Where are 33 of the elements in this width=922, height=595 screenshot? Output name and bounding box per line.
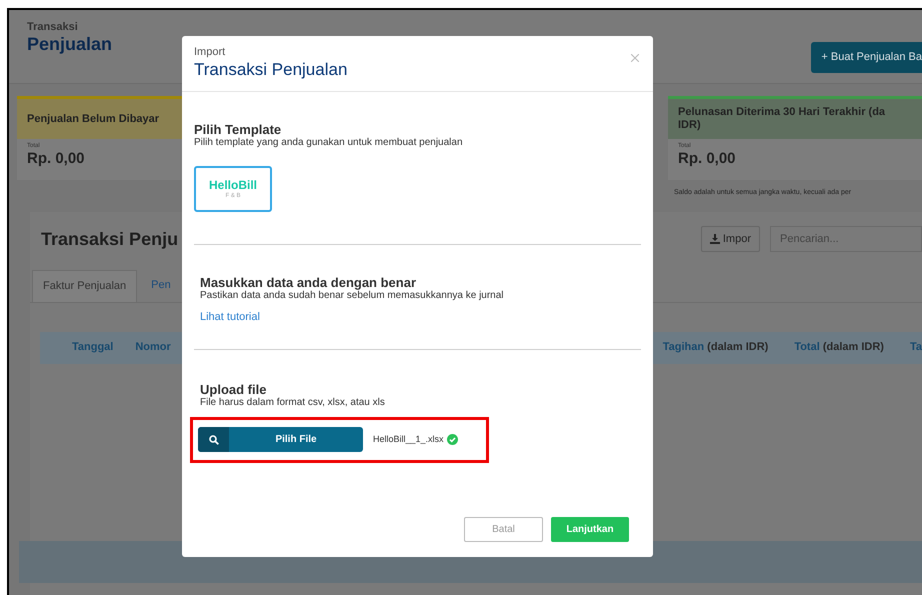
close-icon[interactable] [631,54,639,62]
dialog-title: Transaksi Penjualan [194,59,348,81]
download-icon [710,234,720,244]
import-button[interactable]: Impor [700,226,760,252]
column-header: Ta [910,340,922,356]
page-eyebrow: Transaksi [27,21,79,33]
choose-file-button[interactable]: Pilih File [198,427,363,452]
section-heading: Pilih Template [194,122,282,137]
section-heading: Upload file [200,382,268,396]
section-heading: Masukkan data anda dengan benar [200,275,418,290]
hellobill-logo: HelloBill [208,178,257,192]
amount: Rp. 0,00 [27,150,86,168]
cancel-button[interactable]: Batal [464,517,543,542]
column-header: Total (dalam IDR) [794,340,884,356]
column-header: Nomor [135,340,171,356]
amount: Rp. 0,00 [678,150,737,168]
card-title: Pelunasan Diterima 30 Hari Terakhir (da IDR) [678,106,886,132]
search-icon [208,434,218,444]
continue-button[interactable]: Lanjutkan [551,517,629,542]
section-hint: Pastikan data anda sudah benar sebelum memasukkannya ke jurnal [200,290,505,302]
new-sale-button[interactable]: + Buat Penjualan Ba [811,42,922,73]
section-hint: File harus dalam format csv, xlsx, atau xls [200,396,386,408]
column-header: Tanggal [72,340,114,356]
file-name: HelloBill__1_.xlsx [373,432,444,446]
section-hint: Pilih template yang anda gunakan untuk membuat penjualan [194,137,464,149]
column-header: Tagihan (dalam IDR) [662,340,768,356]
tab[interactable]: Faktur Penjualan [32,270,138,302]
card-title: Penjualan Belum Dibayar [27,112,160,126]
tab[interactable]: Pen [137,270,185,302]
tutorial-link[interactable]: Lihat tutorial [200,309,260,326]
section-title: Transaksi Penju [41,228,178,251]
dialog-eyebrow: Import [194,46,226,59]
page-title: Penjualan [27,33,112,55]
